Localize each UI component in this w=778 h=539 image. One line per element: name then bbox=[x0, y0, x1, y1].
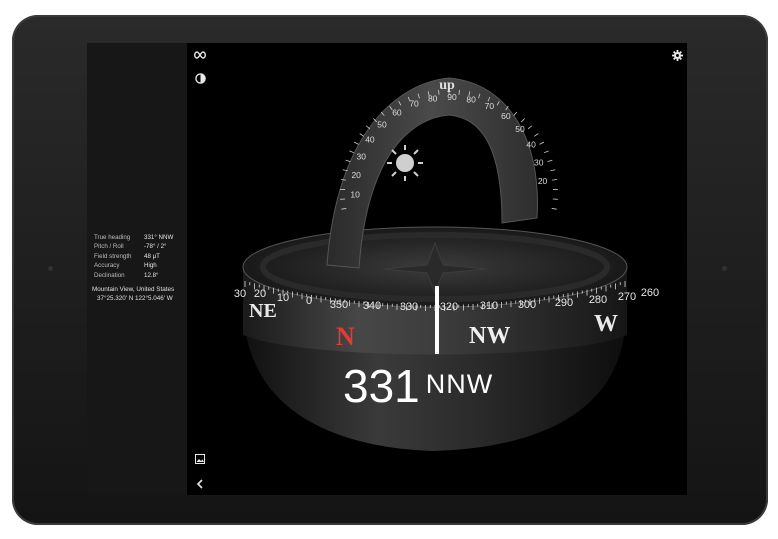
ring-label: 280 bbox=[589, 294, 607, 306]
arc-tick bbox=[543, 150, 549, 154]
info-value: 12.8° bbox=[144, 271, 159, 279]
compass-view[interactable]: 1020304050607080 90 80706050403020up 30 20 1… bbox=[187, 43, 687, 495]
arc-label: 40 bbox=[365, 135, 375, 145]
app-screen: True heading 331° NNW Pitch / Roll -78° … bbox=[87, 43, 687, 495]
arc-label: 70 bbox=[485, 101, 495, 111]
arc-tick bbox=[520, 118, 525, 123]
arc-tick bbox=[550, 169, 556, 172]
info-value: High bbox=[144, 262, 157, 270]
ring-label: 310 bbox=[480, 300, 498, 312]
heading-readout: 331 NNW bbox=[343, 361, 493, 411]
ring-label: 350 bbox=[330, 299, 348, 311]
heading-direction: NNW bbox=[425, 369, 494, 399]
arc-label: 30 bbox=[534, 157, 544, 167]
cardinal-ne: NE bbox=[249, 300, 277, 322]
location-info: Mountain View, United States 37°25.320' … bbox=[92, 286, 188, 303]
sensor-info-list: True heading 331° NNW Pitch / Roll -78° … bbox=[94, 233, 173, 280]
ring-label: 290 bbox=[555, 297, 573, 309]
info-label: Field strength bbox=[94, 252, 132, 260]
ring-label: 20 bbox=[254, 288, 266, 300]
arc-label: 40 bbox=[526, 140, 536, 150]
info-row-true-heading: True heading 331° NNW bbox=[94, 233, 173, 242]
cardinal-nw: NW bbox=[469, 323, 510, 349]
tablet-camera bbox=[48, 266, 53, 271]
info-label: Declination bbox=[94, 271, 125, 279]
info-row-pitch-roll: Pitch / Roll -78° / 2° bbox=[94, 242, 173, 251]
arc-tick bbox=[527, 125, 533, 130]
arc-tick bbox=[353, 141, 359, 145]
info-row-accuracy: Accuracy High bbox=[94, 261, 173, 270]
cardinal-w: W bbox=[594, 311, 618, 337]
arc-label: 10 bbox=[350, 189, 360, 199]
info-panel: True heading 331° NNW Pitch / Roll -78° … bbox=[87, 43, 187, 495]
ring-label: 320 bbox=[440, 301, 458, 313]
info-value: 331° NNW bbox=[144, 234, 174, 241]
arc-label: 20 bbox=[351, 170, 361, 180]
arc-label: 60 bbox=[501, 111, 511, 121]
info-value: -78° / 2° bbox=[144, 243, 167, 251]
arc-tick bbox=[551, 208, 557, 210]
arc-label: 80 bbox=[428, 93, 438, 103]
arc-label: 30 bbox=[356, 152, 366, 162]
gear-icon[interactable] bbox=[670, 48, 684, 62]
arc-tick bbox=[539, 141, 545, 145]
chevron-left-icon[interactable] bbox=[193, 477, 207, 491]
arc-label: 60 bbox=[392, 107, 402, 117]
info-label: Pitch / Roll bbox=[94, 243, 124, 251]
arc-label: 80 bbox=[466, 95, 476, 105]
location-name: Mountain View, United States bbox=[92, 286, 175, 293]
info-label: True heading bbox=[94, 234, 131, 241]
arc-tick bbox=[547, 159, 553, 163]
location-coordinates: 37°25.320' N 122°5.046' W bbox=[97, 294, 173, 302]
ring-label: 260 bbox=[641, 287, 659, 299]
arc-label: 50 bbox=[377, 120, 387, 130]
arc-tick bbox=[349, 150, 355, 154]
info-row-field-strength: Field strength 48 μT bbox=[94, 252, 173, 261]
ring-label: 340 bbox=[363, 300, 381, 312]
ring-label: 0 bbox=[306, 295, 312, 307]
ring-label: 10 bbox=[277, 292, 289, 304]
ring-label: 300 bbox=[518, 299, 536, 311]
arc-label: 70 bbox=[409, 99, 419, 109]
heading-indicator bbox=[435, 286, 439, 354]
arc-label: 20 bbox=[538, 176, 548, 186]
arc-label: 50 bbox=[515, 124, 525, 134]
heading-degrees: 331 bbox=[343, 360, 420, 412]
info-label: Accuracy bbox=[94, 262, 120, 270]
arc-tick bbox=[533, 133, 539, 137]
infinity-icon[interactable] bbox=[193, 48, 207, 62]
info-row-declination: Declination 12.8° bbox=[94, 271, 173, 280]
arc-up-label: up bbox=[439, 78, 455, 93]
arc-label: 90 bbox=[447, 92, 457, 102]
arc-tick bbox=[345, 159, 351, 163]
ring-label: 30 bbox=[234, 288, 246, 300]
image-icon[interactable] bbox=[193, 452, 207, 466]
ring-label: 330 bbox=[400, 301, 418, 313]
info-value: 48 μT bbox=[144, 252, 160, 260]
tablet-sensor bbox=[722, 266, 727, 271]
cardinal-n: N bbox=[336, 322, 355, 351]
brightness-icon[interactable] bbox=[193, 71, 207, 85]
sun-icon bbox=[387, 145, 423, 181]
arc-tick bbox=[513, 111, 518, 116]
arc-tick bbox=[359, 133, 365, 137]
ring-label: 270 bbox=[618, 291, 636, 303]
arc-tick bbox=[552, 179, 558, 181]
